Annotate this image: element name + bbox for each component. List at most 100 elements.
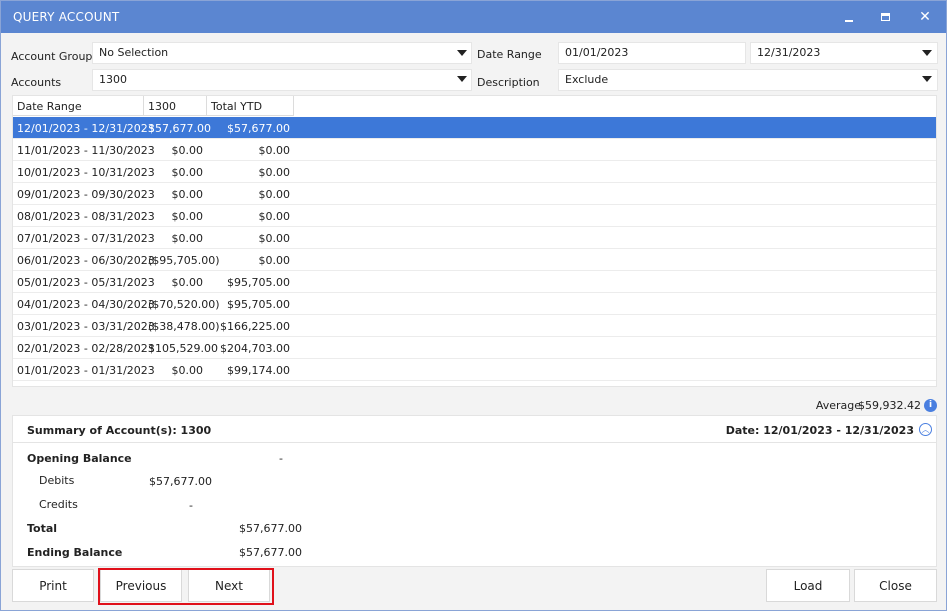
table-cell-range: 01/01/2023 - 01/31/2023 <box>17 364 155 377</box>
table-cell-range: 09/01/2023 - 09/30/2023 <box>17 188 155 201</box>
date-to-value: 12/31/2023 <box>757 46 821 59</box>
average-label: Average <box>815 399 861 412</box>
print-button[interactable]: Print <box>12 569 94 602</box>
accounts-label: Accounts <box>11 76 62 89</box>
table-row[interactable]: 06/01/2023 - 06/30/2023 ($95,705.00) $0.00 <box>13 249 936 271</box>
table-cell-amount: $0.00 <box>171 188 204 201</box>
table-row[interactable]: 04/01/2023 - 04/30/2023 ($70,520.00) $95,7… <box>13 293 936 315</box>
close-icon: ✕ <box>919 9 931 25</box>
description-dropdown[interactable]: Exclude <box>558 69 938 91</box>
date-to-chevron-down-icon[interactable] <box>922 50 932 56</box>
query-account-window: QUERY ACCOUNT ✕ Account Groups No Select… <box>0 0 947 611</box>
summary-title: Summary of Account(s): 1300 <box>27 424 212 437</box>
table-cell-amount: $105,529.00 <box>148 342 218 355</box>
summary-date: Date: 12/01/2023 - 12/31/2023 <box>725 424 914 437</box>
chevron-up-icon[interactable]: ︿ <box>919 423 932 436</box>
minimize-button[interactable] <box>831 1 867 33</box>
table-cell-amount: $0.00 <box>171 364 204 377</box>
minimize-icon <box>845 20 853 22</box>
summary-header: Summary of Account(s): 1300 Date: 12/01/… <box>13 416 936 443</box>
maximize-icon <box>880 13 890 21</box>
table-row[interactable]: 09/01/2023 - 09/30/2023 $0.00 $0.00 <box>13 183 936 205</box>
accounts-chevron-down-icon[interactable] <box>457 76 467 82</box>
credits-value: - <box>189 499 193 512</box>
date-from-value: 01/01/2023 <box>565 46 629 59</box>
opening-balance-label: Opening Balance <box>27 452 132 465</box>
account-groups-value: No Selection <box>99 46 169 59</box>
table-cell-amount: $0.00 <box>171 144 204 157</box>
table-cell-amount: $0.00 <box>171 210 204 223</box>
table-cell-amount: $57,677.00 <box>148 122 211 135</box>
table-cell-ytd: $166,225.00 <box>220 320 290 333</box>
credits-label: Credits <box>39 498 78 511</box>
grid-header: Date Range 1300 Total YTD <box>13 96 294 116</box>
account-grid[interactable]: Date Range 1300 Total YTD 12/01/2023 - 1… <box>12 95 937 387</box>
table-cell-range: 08/01/2023 - 08/31/2023 <box>17 210 155 223</box>
table-row[interactable]: 01/01/2023 - 01/31/2023 $0.00 $99,174.00 <box>13 359 936 381</box>
table-cell-ytd: $57,677.00 <box>227 122 290 135</box>
ending-balance-value: $57,677.00 <box>239 546 302 559</box>
table-row[interactable]: 10/01/2023 - 10/31/2023 $0.00 $0.00 <box>13 161 936 183</box>
column-header-total-ytd[interactable]: Total YTD <box>207 96 294 116</box>
table-cell-amount: ($38,478.00) <box>148 320 220 333</box>
table-cell-ytd: $204,703.00 <box>220 342 290 355</box>
table-cell-ytd: $0.00 <box>258 188 291 201</box>
next-button[interactable]: Next <box>188 569 270 602</box>
total-value: $57,677.00 <box>239 522 302 535</box>
total-label: Total <box>27 522 58 535</box>
window-title: QUERY ACCOUNT <box>13 10 120 24</box>
opening-balance-value: - <box>279 452 283 465</box>
debits-value: $57,677.00 <box>149 475 212 488</box>
table-cell-range: 02/01/2023 - 02/28/2023 <box>17 342 155 355</box>
table-row[interactable]: 12/01/2023 - 12/31/2023 $57,677.00 $57,677… <box>13 117 936 139</box>
table-cell-amount: ($70,520.00) <box>148 298 220 311</box>
table-cell-ytd: $99,174.00 <box>227 364 290 377</box>
description-chevron-down-icon[interactable] <box>922 76 932 82</box>
load-button[interactable]: Load <box>766 569 850 602</box>
footer-bar: Print Previous Next Load Close <box>12 569 937 605</box>
table-row[interactable]: 11/01/2023 - 11/30/2023 $0.00 $0.00 <box>13 139 936 161</box>
description-value: Exclude <box>565 73 609 86</box>
table-cell-range: 05/01/2023 - 05/31/2023 <box>17 276 155 289</box>
date-from-field[interactable]: 01/01/2023 <box>558 42 746 64</box>
table-cell-amount: ($95,705.00) <box>148 254 220 267</box>
table-cell-range: 11/01/2023 - 11/30/2023 <box>17 144 155 157</box>
accounts-dropdown[interactable]: 1300 <box>92 69 472 91</box>
accounts-value: 1300 <box>99 73 127 86</box>
table-cell-range: 06/01/2023 - 06/30/2023 <box>17 254 155 267</box>
account-groups-label: Account Groups <box>11 50 99 63</box>
column-header-date-range[interactable]: Date Range <box>13 96 144 116</box>
table-cell-range: 10/01/2023 - 10/31/2023 <box>17 166 155 179</box>
previous-button[interactable]: Previous <box>100 569 182 602</box>
table-row[interactable]: 07/01/2023 - 07/31/2023 $0.00 $0.00 <box>13 227 936 249</box>
debits-label: Debits <box>39 474 75 487</box>
date-to-dropdown[interactable]: 12/31/2023 <box>750 42 938 64</box>
table-cell-amount: $0.00 <box>171 166 204 179</box>
info-icon[interactable]: i <box>924 399 937 412</box>
close-window-button[interactable]: ✕ <box>907 1 943 33</box>
summary-panel: Summary of Account(s): 1300 Date: 12/01/… <box>12 415 937 567</box>
average-value: $59,932.42 <box>858 399 921 412</box>
close-button[interactable]: Close <box>854 569 937 602</box>
table-cell-range: 04/01/2023 - 04/30/2023 <box>17 298 155 311</box>
ending-balance-label: Ending Balance <box>27 546 123 559</box>
table-cell-ytd: $0.00 <box>258 254 291 267</box>
maximize-button[interactable] <box>867 1 903 33</box>
table-row[interactable]: 03/01/2023 - 03/31/2023 ($38,478.00) $166,… <box>13 315 936 337</box>
table-cell-ytd: $95,705.00 <box>227 298 290 311</box>
table-cell-ytd: $0.00 <box>258 210 291 223</box>
table-cell-amount: $0.00 <box>171 276 204 289</box>
table-cell-amount: $0.00 <box>171 232 204 245</box>
table-row[interactable]: 05/01/2023 - 05/31/2023 $0.00 $95,705.00 <box>13 271 936 293</box>
table-row[interactable]: 02/01/2023 - 02/28/2023 $105,529.00 $204,7… <box>13 337 936 359</box>
column-header-account[interactable]: 1300 <box>144 96 207 116</box>
account-groups-dropdown[interactable]: No Selection <box>92 42 472 64</box>
table-cell-range: 07/01/2023 - 07/31/2023 <box>17 232 155 245</box>
description-label: Description <box>477 76 540 89</box>
table-row[interactable]: 08/01/2023 - 08/31/2023 $0.00 $0.00 <box>13 205 936 227</box>
account-groups-chevron-down-icon[interactable] <box>457 50 467 56</box>
table-cell-ytd: $0.00 <box>258 232 291 245</box>
title-bar: QUERY ACCOUNT ✕ <box>1 1 946 33</box>
table-cell-ytd: $95,705.00 <box>227 276 290 289</box>
table-cell-ytd: $0.00 <box>258 166 291 179</box>
